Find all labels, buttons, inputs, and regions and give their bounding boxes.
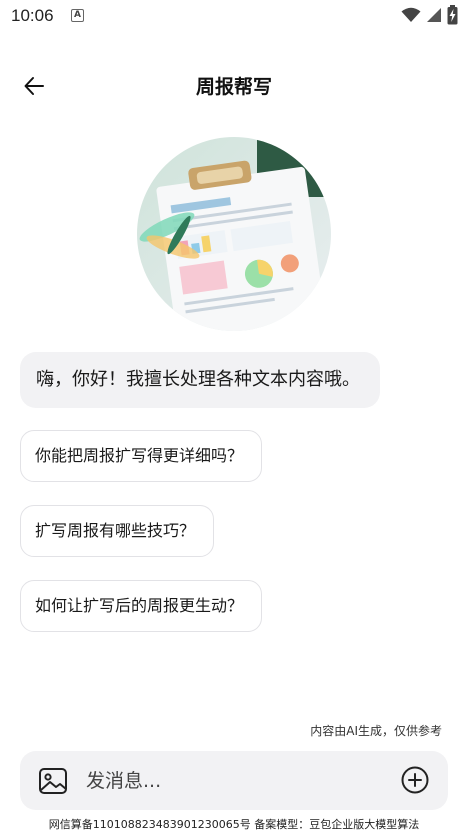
ai-disclaimer: 内容由AI生成，仅供参考 bbox=[310, 724, 442, 738]
suggestion-chip[interactable]: 如何让扩写后的周报更生动？ bbox=[20, 580, 263, 632]
filing-info: 网信算备110108823483901230065号 备案模型：豆包企业版大模型… bbox=[48, 818, 420, 831]
message-composer bbox=[20, 751, 448, 810]
status-time: 10:06 bbox=[11, 6, 54, 25]
battery-charging-icon bbox=[447, 5, 458, 25]
page-title: 周报帮写 bbox=[195, 76, 272, 98]
suggestion-chip[interactable]: 扩写周报有哪些技巧？ bbox=[20, 505, 215, 557]
add-attachment-button[interactable] bbox=[400, 765, 430, 795]
bot-avatar bbox=[137, 137, 331, 331]
suggestion-chip[interactable]: 你能把周报扩写得更详细吗？ bbox=[20, 430, 263, 482]
plus-circle-icon bbox=[401, 766, 429, 794]
wifi-icon bbox=[401, 7, 421, 22]
greeting-bubble: 嗨，你好！我擅长处理各种文本内容哦。 bbox=[20, 352, 380, 408]
status-bar: 10:06 A bbox=[0, 0, 468, 34]
status-icons bbox=[401, 5, 458, 25]
message-input[interactable] bbox=[86, 761, 386, 801]
image-icon bbox=[39, 768, 67, 794]
notification-icon: A bbox=[71, 9, 84, 22]
image-upload-button[interactable] bbox=[38, 766, 68, 796]
signal-icon bbox=[427, 8, 441, 22]
report-illustration bbox=[137, 137, 331, 331]
header: 周报帮写 bbox=[0, 60, 468, 110]
